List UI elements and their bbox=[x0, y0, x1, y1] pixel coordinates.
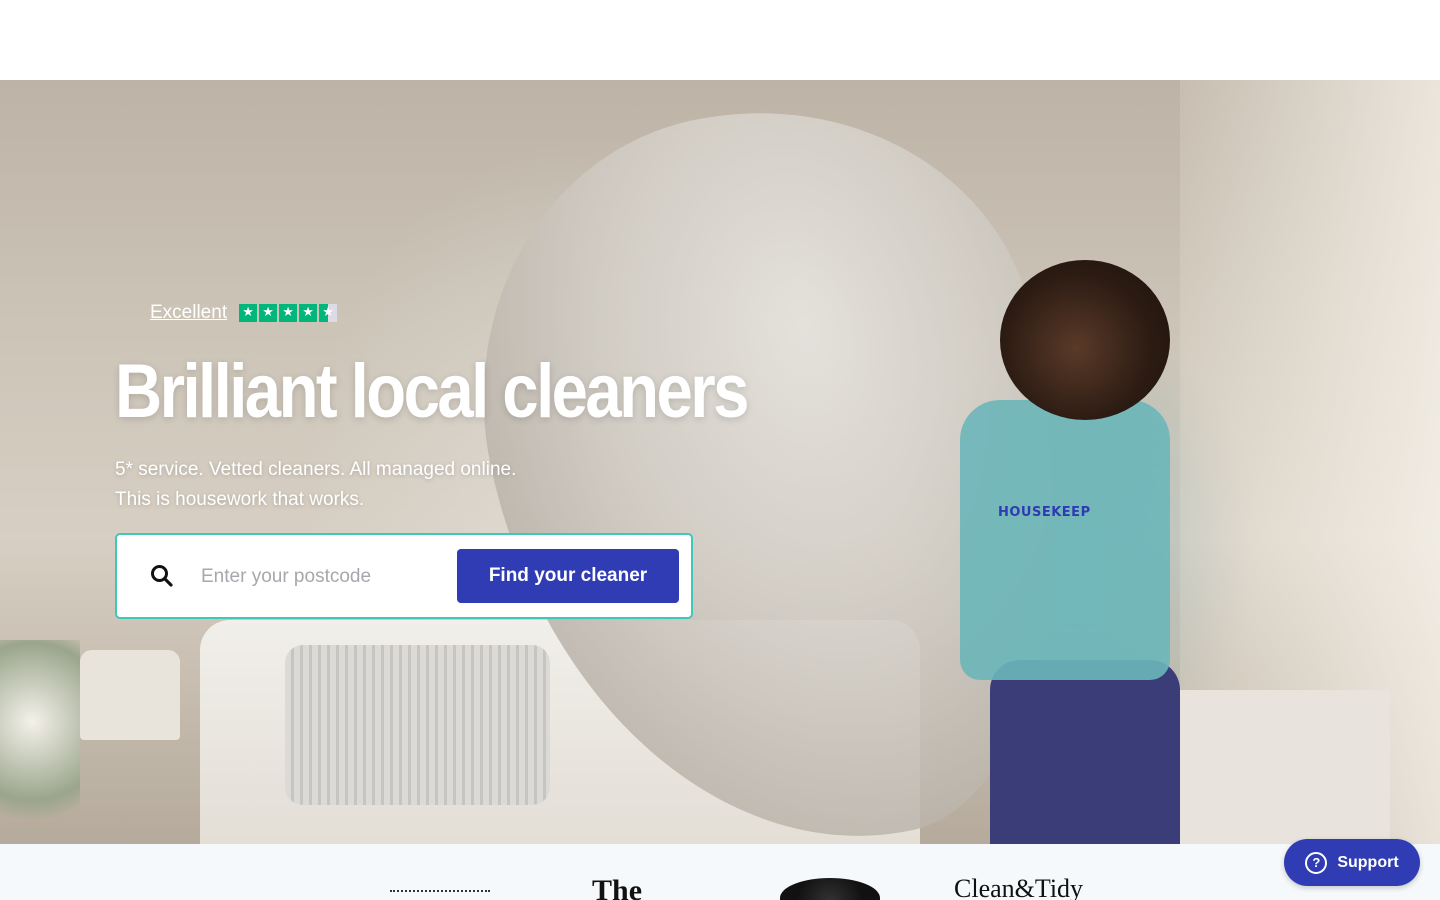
star-icon: ★ bbox=[279, 304, 298, 322]
rating-label[interactable]: Excellent bbox=[150, 302, 227, 324]
hero-pillow bbox=[285, 645, 550, 805]
hero-person-head bbox=[1000, 260, 1170, 420]
search-icon bbox=[149, 563, 175, 589]
support-button[interactable]: ? Support bbox=[1284, 839, 1420, 886]
help-icon: ? bbox=[1305, 851, 1328, 874]
press-logos-strip: The Clean&Tidy bbox=[0, 844, 1440, 900]
press-logo-the: The bbox=[592, 874, 643, 900]
star-icon: ★ bbox=[259, 304, 278, 322]
star-icon: ★ bbox=[239, 304, 258, 322]
postcode-search-form: Find your cleaner bbox=[115, 533, 693, 619]
site-header bbox=[0, 0, 1440, 80]
press-logo-clean-tidy: Clean&Tidy bbox=[954, 874, 1084, 900]
postcode-input[interactable] bbox=[201, 557, 441, 597]
press-logo-crest bbox=[780, 878, 880, 900]
star-icon: ★ bbox=[299, 304, 318, 322]
hero-subtitle: 5* service. Vetted cleaners. All managed… bbox=[115, 455, 516, 515]
support-label: Support bbox=[1337, 853, 1399, 871]
hero-subtitle-line-2: This is housework that works. bbox=[115, 489, 365, 510]
press-logo-script bbox=[390, 890, 490, 900]
hero-shirt-logo: HOUSEKEEP bbox=[998, 505, 1091, 520]
trustpilot-rating[interactable]: Excellent ★ ★ ★ ★ ★ bbox=[150, 302, 338, 324]
rating-stars: ★ ★ ★ ★ ★ bbox=[239, 304, 338, 322]
find-cleaner-button[interactable]: Find your cleaner bbox=[457, 549, 679, 603]
hero-lamp bbox=[80, 650, 180, 740]
hero-cabinet bbox=[1160, 690, 1390, 844]
hero-person-shirt bbox=[960, 400, 1170, 680]
hero-flowers bbox=[0, 640, 80, 844]
hero-person-pants bbox=[990, 660, 1180, 844]
hero-subtitle-line-1: 5* service. Vetted cleaners. All managed… bbox=[115, 459, 517, 480]
hero-headline: Brilliant local cleaners bbox=[115, 349, 750, 434]
half-star-icon: ★ bbox=[319, 304, 338, 322]
